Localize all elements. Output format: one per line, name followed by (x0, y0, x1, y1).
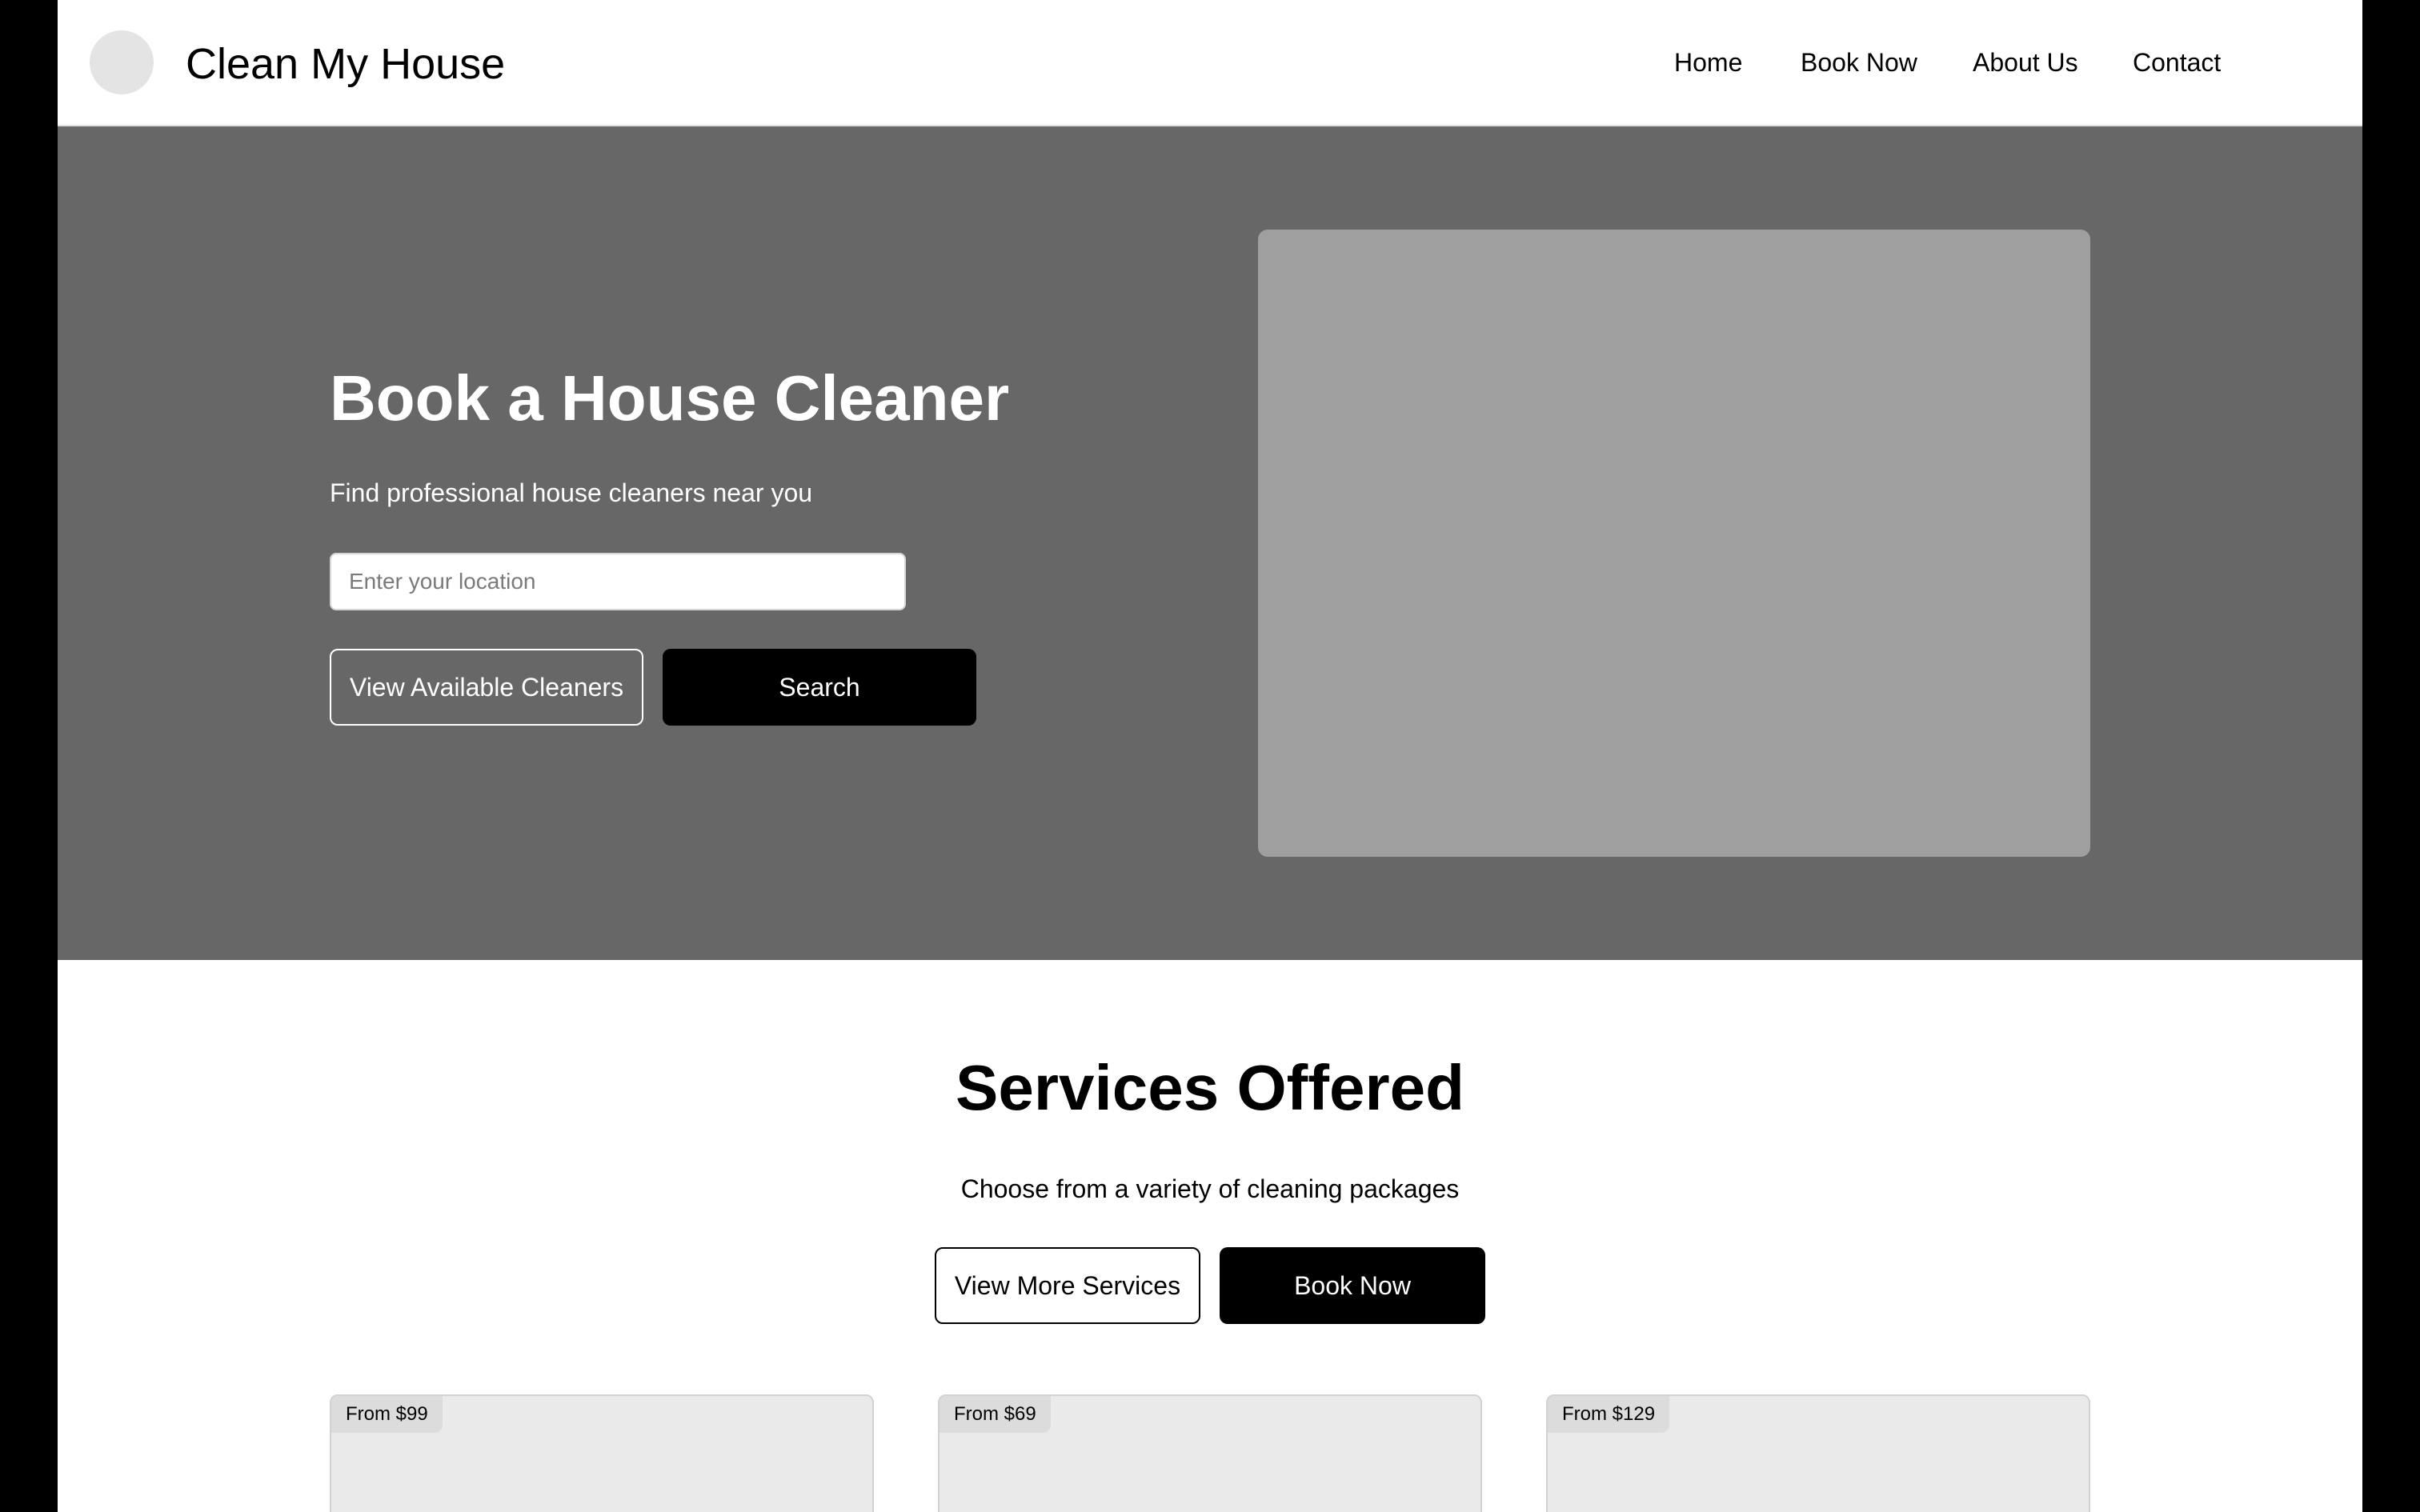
search-button[interactable]: Search (663, 649, 976, 726)
price-badge: From $129 (1548, 1396, 1670, 1433)
service-card[interactable]: From $69 (938, 1394, 1482, 1512)
site-header: Clean My House Home Book Now About Us Co… (58, 0, 2362, 126)
page: Clean My House Home Book Now About Us Co… (58, 0, 2362, 1512)
view-available-cleaners-button[interactable]: View Available Cleaners (330, 649, 643, 726)
services-subtitle: Choose from a variety of cleaning packag… (960, 1174, 1460, 1203)
price-badge: From $69 (940, 1396, 1051, 1433)
nav-book-now[interactable]: Book Now (1801, 45, 1917, 80)
service-card[interactable]: From $99 (330, 1394, 874, 1512)
location-input[interactable] (330, 553, 906, 610)
service-card[interactable]: From $129 (1546, 1394, 2090, 1512)
main-nav: Home Book Now About Us Contact (58, 45, 2362, 80)
hero-title: Book a House Cleaner (330, 362, 1010, 434)
hero-section: Book a House Cleaner Find professional h… (58, 126, 2362, 960)
nav-about-us[interactable]: About Us (1973, 45, 2078, 80)
view-more-services-button[interactable]: View More Services (935, 1247, 1200, 1324)
nav-home[interactable]: Home (1674, 45, 1742, 80)
hero-subtitle: Find professional house cleaners near yo… (330, 478, 813, 507)
nav-contact[interactable]: Contact (2133, 45, 2221, 80)
services-title: Services Offered (956, 1052, 1464, 1123)
hero-image-placeholder (1258, 230, 2090, 857)
book-now-button[interactable]: Book Now (1220, 1247, 1485, 1324)
price-badge: From $99 (331, 1396, 443, 1433)
